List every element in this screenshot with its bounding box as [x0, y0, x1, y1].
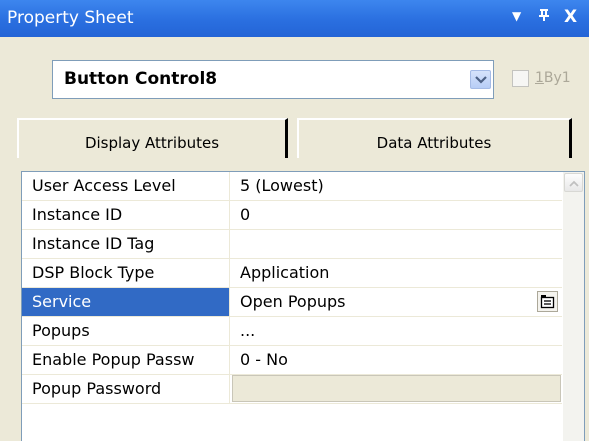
property-row-enable-popup-password[interactable]: Enable Popup Passw 0 - No	[22, 346, 562, 375]
service-value-text: Open Popups	[240, 292, 346, 311]
property-name: Service	[22, 288, 230, 316]
by1-checkbox-label: 1By1	[535, 70, 571, 86]
chevron-down-icon	[475, 76, 487, 84]
object-selector-combobox[interactable]: Button Control8	[52, 60, 494, 99]
tab-data-attributes[interactable]: Data Attributes	[297, 118, 572, 158]
property-row-user-access-level[interactable]: User Access Level 5 (Lowest)	[22, 172, 562, 201]
window-menu-dropdown-icon[interactable]: ▼	[512, 9, 521, 23]
object-selector-value: Button Control8	[64, 69, 218, 89]
title-bar: Property Sheet ▼ X	[0, 0, 589, 37]
property-row-popup-password[interactable]: Popup Password	[22, 375, 562, 404]
property-name: Popup Password	[22, 375, 230, 403]
property-value[interactable]: 0 - No	[231, 346, 562, 374]
property-row-dsp-block-type[interactable]: DSP Block Type Application	[22, 259, 562, 288]
property-name: User Access Level	[22, 172, 230, 200]
property-name: Popups	[22, 317, 230, 345]
pin-icon[interactable]	[537, 8, 551, 26]
vertical-scrollbar[interactable]	[563, 172, 584, 441]
property-name: Instance ID	[22, 201, 230, 229]
property-value[interactable]: 0	[231, 201, 562, 229]
chevron-up-icon	[569, 180, 579, 187]
property-value[interactable]: Open Popups	[231, 288, 562, 316]
tab-display-attributes[interactable]: Display Attributes	[17, 118, 288, 158]
property-grid: User Access Level 5 (Lowest) Instance ID…	[21, 171, 585, 441]
property-row-instance-id[interactable]: Instance ID 0	[22, 201, 562, 230]
property-row-popups[interactable]: Popups ...	[22, 317, 562, 346]
list-picker-icon	[540, 295, 555, 309]
property-value[interactable]: Application	[231, 259, 562, 287]
property-name: DSP Block Type	[22, 259, 230, 287]
property-name: Instance ID Tag	[22, 230, 230, 258]
property-value[interactable]: ...	[231, 317, 562, 345]
property-value-disabled	[232, 375, 561, 402]
service-picker-button[interactable]	[537, 291, 558, 312]
by1-checkbox[interactable]	[512, 70, 529, 87]
property-row-service[interactable]: Service Open Popups	[22, 288, 562, 317]
scroll-up-button[interactable]	[564, 173, 583, 192]
tab-data-attributes-label: Data Attributes	[376, 134, 492, 152]
object-selector-dropdown-button[interactable]	[470, 70, 491, 89]
close-icon[interactable]: X	[564, 7, 577, 27]
property-name: Enable Popup Passw	[22, 346, 230, 374]
property-value[interactable]	[231, 230, 562, 258]
property-value[interactable]: 5 (Lowest)	[231, 172, 562, 200]
window-title: Property Sheet	[7, 8, 134, 28]
tab-display-attributes-label: Display Attributes	[84, 134, 220, 152]
property-row-instance-id-tag[interactable]: Instance ID Tag	[22, 230, 562, 259]
